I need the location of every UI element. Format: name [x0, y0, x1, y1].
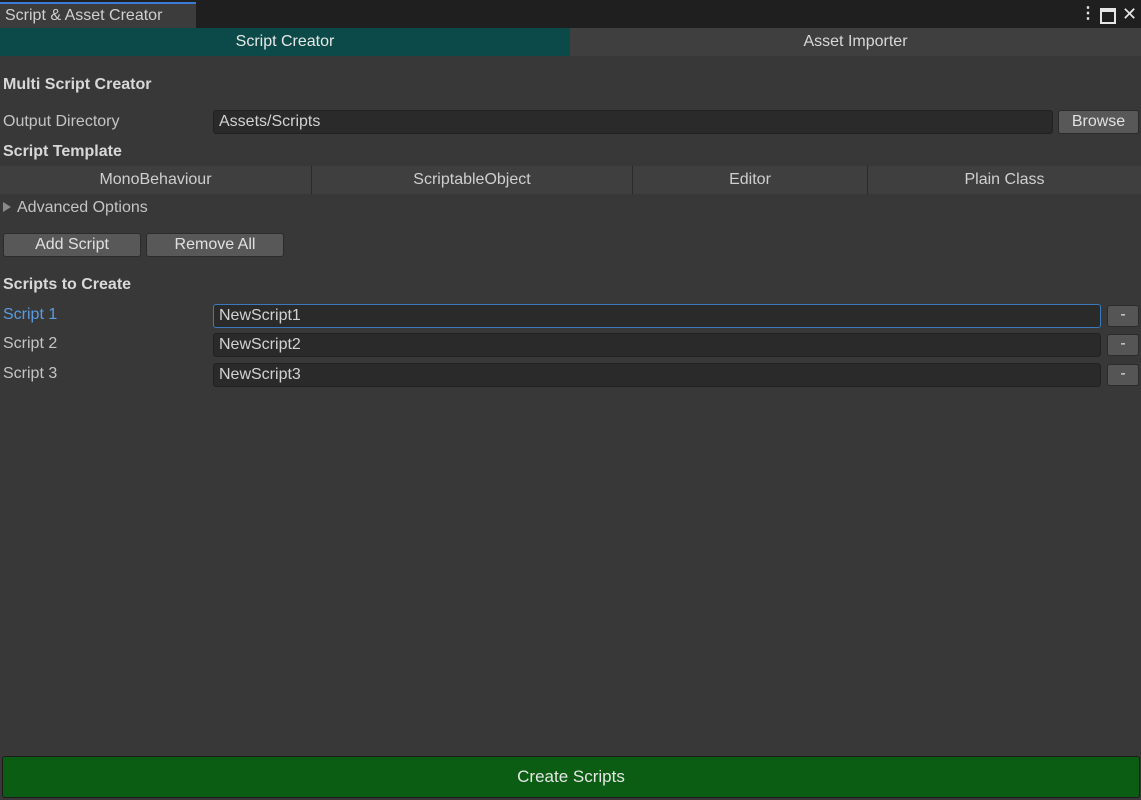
- template-plain-class[interactable]: Plain Class: [868, 166, 1141, 194]
- script-name-field[interactable]: NewScript1: [213, 304, 1101, 328]
- remove-all-button[interactable]: Remove All: [146, 233, 284, 257]
- script-name-field[interactable]: NewScript3: [213, 363, 1101, 387]
- maximize-icon[interactable]: [1100, 3, 1116, 31]
- advanced-options-label: Advanced Options: [17, 199, 148, 216]
- output-directory-field[interactable]: Assets/Scripts: [213, 110, 1053, 134]
- window-titlebar: Script & Asset Creator ⋮ ✕: [0, 0, 1141, 28]
- kebab-menu-icon[interactable]: ⋮: [1080, 3, 1096, 25]
- output-directory-label: Output Directory: [3, 113, 120, 130]
- template-monobehaviour[interactable]: MonoBehaviour: [0, 166, 312, 194]
- remove-script-button[interactable]: -: [1107, 334, 1139, 356]
- section-heading-multi-script-creator: Multi Script Creator: [3, 76, 152, 93]
- create-scripts-button[interactable]: Create Scripts: [2, 756, 1140, 798]
- remove-script-button[interactable]: -: [1107, 364, 1139, 386]
- script-row-label: Script 2: [3, 335, 58, 352]
- tab-asset-importer[interactable]: Asset Importer: [570, 28, 1141, 56]
- add-script-button[interactable]: Add Script: [3, 233, 141, 257]
- section-heading-script-template: Script Template: [3, 143, 122, 160]
- section-heading-scripts-to-create: Scripts to Create: [3, 276, 132, 293]
- script-row-label: Script 1: [3, 306, 58, 323]
- foldout-arrow-icon: [3, 201, 11, 212]
- advanced-options-foldout[interactable]: Advanced Options: [3, 198, 148, 218]
- template-scriptableobject[interactable]: ScriptableObject: [312, 166, 633, 194]
- template-toolbar: MonoBehaviour ScriptableObject Editor Pl…: [0, 166, 1141, 194]
- browse-button[interactable]: Browse: [1058, 110, 1139, 134]
- template-editor[interactable]: Editor: [633, 166, 868, 194]
- close-icon[interactable]: ✕: [1122, 3, 1137, 25]
- window-tab[interactable]: Script & Asset Creator: [0, 2, 196, 28]
- script-name-field[interactable]: NewScript2: [213, 333, 1101, 357]
- remove-script-button[interactable]: -: [1107, 305, 1139, 327]
- script-row-label: Script 3: [3, 365, 58, 382]
- tab-script-creator[interactable]: Script Creator: [0, 28, 570, 56]
- mode-tabs: Script Creator Asset Importer: [0, 28, 1141, 56]
